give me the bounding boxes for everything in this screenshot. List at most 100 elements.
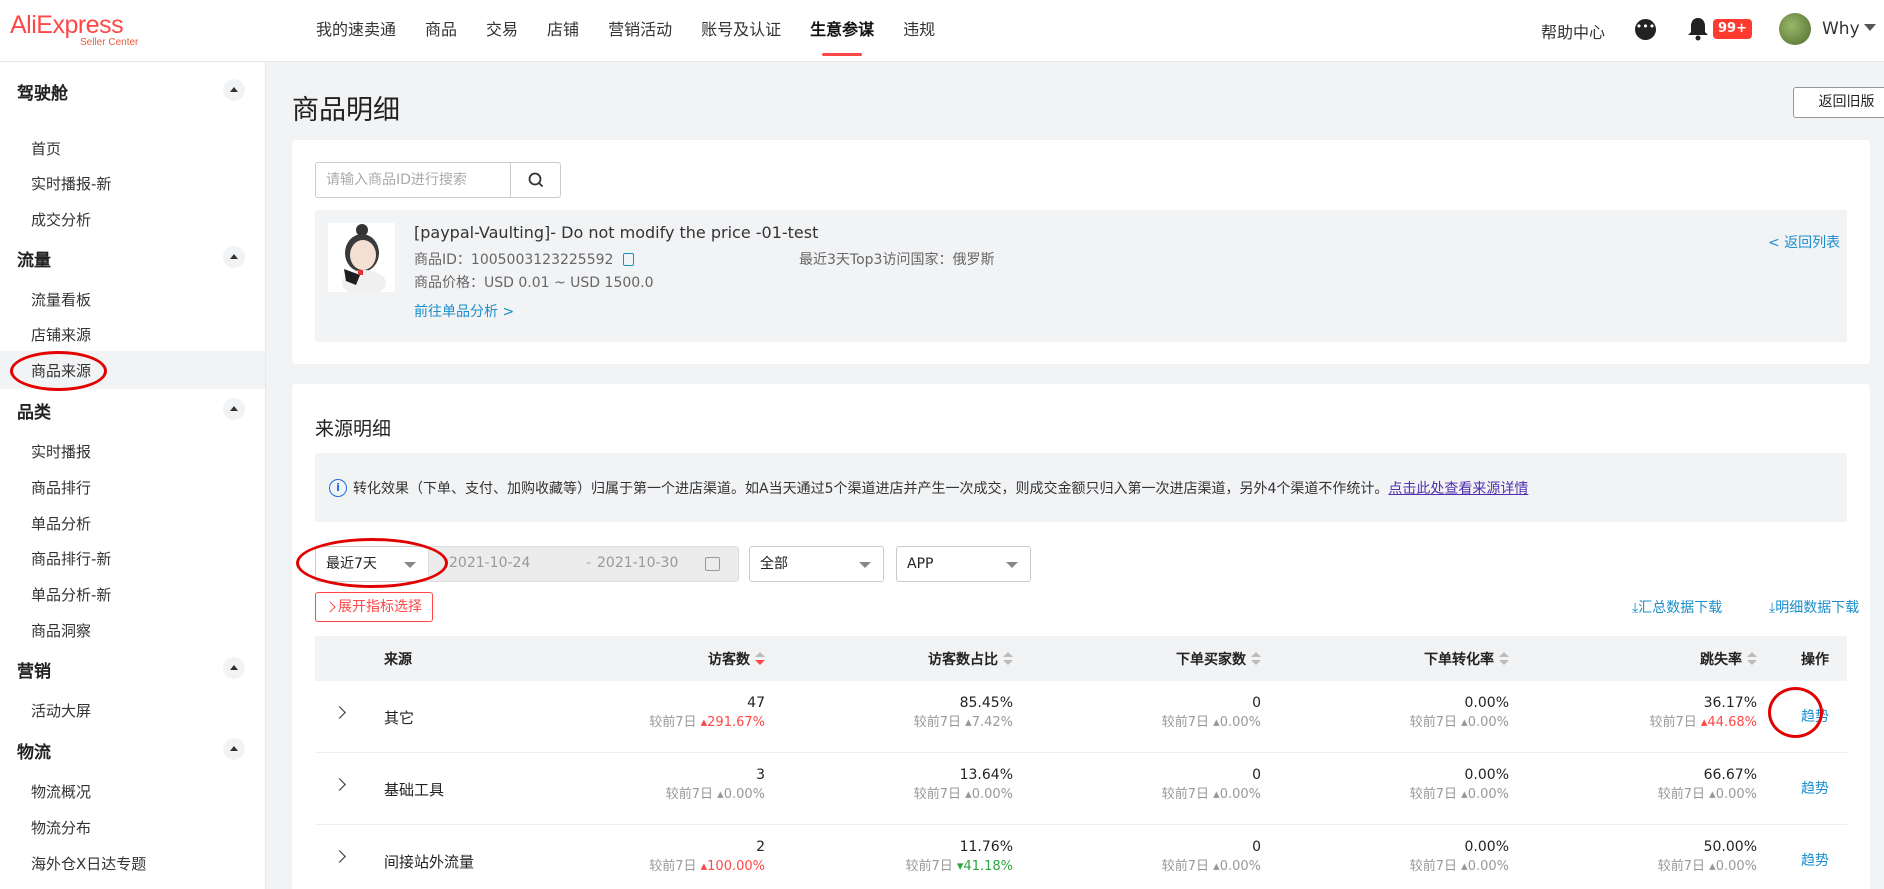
col-header-label: 访客数 (708, 652, 750, 668)
platform-select[interactable]: 全部 (749, 546, 884, 582)
product-id-text: 商品ID：1005003123225592 (414, 252, 614, 268)
nav-item[interactable]: 交易 (486, 0, 518, 62)
source-name: 其它 (384, 709, 415, 727)
change-value: 41.18% (963, 859, 1013, 874)
compare-label: 较前7日 (1409, 715, 1458, 730)
collapse-arrow-icon[interactable] (223, 657, 245, 679)
cell-visitor-share: 13.64% 较前7日 ▴0.00% (914, 765, 1013, 805)
sidebar-section-cockpit[interactable]: 驾驶舱 (17, 79, 68, 104)
cell-conversion: 0.00% 较前7日 ▴0.00% (1410, 837, 1509, 877)
nav-item[interactable]: 营销活动 (608, 0, 672, 62)
metric-value: 66.67% (1703, 767, 1757, 783)
expand-row-icon[interactable] (333, 706, 346, 719)
search-input[interactable] (315, 162, 511, 198)
device-select[interactable]: APP (896, 546, 1031, 582)
sidebar-section-traffic[interactable]: 流量 (17, 246, 51, 271)
back-to-list-link[interactable]: < 返回列表 (1768, 232, 1840, 252)
sidebar-item[interactable]: 海外仓X日达专题 (31, 853, 146, 874)
old-version-button[interactable]: 返回旧版 (1793, 87, 1884, 118)
copy-icon[interactable] (623, 253, 635, 266)
search-button[interactable] (510, 162, 561, 198)
sidebar-item[interactable]: 实时播报-新 (31, 173, 111, 194)
trend-link[interactable]: 趋势 (1801, 778, 1829, 798)
col-header-buyers[interactable]: 下单买家数 (1176, 649, 1261, 669)
metric-value: 11.76% (959, 839, 1013, 855)
cell-visitor-share: 85.45% 较前7日 ▴7.42% (914, 693, 1013, 733)
notice-body: 转化效果（下单、支付、加购收藏等）归属于第一个进店渠道。如A当天通过5个渠道进店… (353, 481, 1389, 497)
aliexpress-logo[interactable]: AliExpress Seller Center (10, 12, 150, 52)
sidebar-section-marketing[interactable]: 营销 (17, 657, 51, 682)
change-indicator: ▴0.00% (1709, 859, 1757, 874)
sort-icon[interactable] (1747, 652, 1757, 666)
change-indicator: ▴0.00% (1461, 787, 1509, 802)
source-detail-card: 来源明细 i 转化效果（下单、支付、加购收藏等）归属于第一个进店渠道。如A当天通… (292, 384, 1870, 889)
sidebar: 驾驶舱 首页 实时播报-新 成交分析 流量 流量看板 店铺来源 商品来源 品类 … (0, 62, 266, 889)
sidebar-item[interactable]: 成交分析 (31, 209, 91, 230)
sidebar-item[interactable]: 单品分析 (31, 513, 91, 534)
sidebar-item[interactable]: 单品分析-新 (31, 584, 111, 605)
top-countries: 最近3天Top3访问国家：俄罗斯 (799, 252, 995, 268)
sort-icon[interactable] (1003, 652, 1013, 666)
sidebar-item[interactable]: 实时播报 (31, 441, 91, 462)
sidebar-section-logistics[interactable]: 物流 (17, 738, 51, 763)
calendar-icon (705, 557, 720, 571)
nav-item-active[interactable]: 生意参谋 (810, 0, 874, 62)
nav-item[interactable]: 店铺 (547, 0, 579, 62)
metric-compare: 较前7日 ▴291.67% (649, 713, 765, 733)
sidebar-item[interactable]: 店铺来源 (31, 324, 91, 345)
expand-row-icon[interactable] (333, 850, 346, 863)
cell-buyers: 0 较前7日 ▴0.00% (1162, 837, 1261, 877)
sort-icon[interactable] (1499, 652, 1509, 666)
metric-value: 13.64% (959, 767, 1013, 783)
sort-icon[interactable] (755, 652, 765, 666)
date-start: 2021-10-24 (449, 555, 531, 571)
sidebar-item[interactable]: 流量看板 (31, 289, 91, 310)
compare-label: 较前7日 (1161, 715, 1210, 730)
sort-icon[interactable] (1251, 652, 1261, 666)
nav-item[interactable]: 我的速卖通 (316, 0, 396, 62)
collapse-arrow-icon[interactable] (223, 246, 245, 268)
sidebar-item[interactable]: 物流概况 (31, 781, 91, 802)
sidebar-item[interactable]: 首页 (31, 138, 61, 159)
user-name[interactable]: Why (1822, 19, 1860, 39)
cell-bounce: 36.17% 较前7日 ▴44.68% (1649, 693, 1757, 733)
table-row: 基础工具 3 较前7日 ▴0.00% 13.64% 较前7日 ▴0.00% 0 较前7日 ▴… (315, 753, 1847, 825)
col-header-label: 下单买家数 (1176, 652, 1246, 668)
download-detail-link[interactable]: ⤓明细数据下载 (1769, 597, 1859, 617)
nav-item[interactable]: 违规 (903, 0, 935, 62)
collapse-arrow-icon[interactable] (223, 79, 245, 101)
single-product-analysis-link[interactable]: 前往单品分析 > (414, 301, 514, 321)
download-summary-link[interactable]: ⤓汇总数据下载 (1632, 597, 1722, 617)
expand-row-icon[interactable] (333, 778, 346, 791)
trend-link[interactable]: 趋势 (1801, 850, 1829, 870)
sidebar-item[interactable]: 物流分布 (31, 817, 91, 838)
chevron-down-icon[interactable] (1864, 24, 1876, 31)
collapse-arrow-icon[interactable] (223, 398, 245, 420)
bell-icon[interactable] (1686, 16, 1710, 42)
change-value: 0.00% (723, 787, 765, 802)
collapse-arrow-icon[interactable] (223, 738, 245, 760)
sidebar-section-category[interactable]: 品类 (17, 398, 51, 423)
metric-value: 0.00% (1464, 695, 1509, 711)
col-header-visitors[interactable]: 访客数 (708, 649, 765, 669)
chat-icon[interactable]: ••• (1635, 19, 1656, 40)
sidebar-item[interactable]: 商品排行-新 (31, 548, 111, 569)
nav-item[interactable]: 商品 (425, 0, 457, 62)
col-header-bounce[interactable]: 跳失率 (1700, 649, 1757, 669)
source-detail-link[interactable]: 点击此处查看来源详情 (1388, 481, 1528, 497)
date-range-picker[interactable]: 2021-10-24 - 2021-10-30 (428, 546, 739, 582)
col-header-conversion[interactable]: 下单转化率 (1424, 649, 1509, 669)
metric-compare: 较前7日 ▴0.00% (1658, 857, 1757, 877)
col-header-visitor-share[interactable]: 访客数占比 (928, 649, 1013, 669)
compare-label: 较前7日 (905, 859, 953, 874)
sidebar-item[interactable]: 商品排行 (31, 477, 91, 498)
product-image[interactable] (328, 223, 395, 292)
avatar[interactable] (1779, 13, 1811, 45)
change-indicator: ▾41.18% (956, 859, 1013, 874)
nav-item[interactable]: 账号及认证 (701, 0, 781, 62)
sidebar-item[interactable]: 商品洞察 (31, 620, 91, 641)
help-center-link[interactable]: 帮助中心 (1541, 19, 1605, 43)
expand-metrics-button[interactable]: 展开指标选择 (315, 592, 433, 622)
change-value: 100.00% (707, 859, 765, 874)
sidebar-item[interactable]: 活动大屏 (31, 700, 91, 721)
